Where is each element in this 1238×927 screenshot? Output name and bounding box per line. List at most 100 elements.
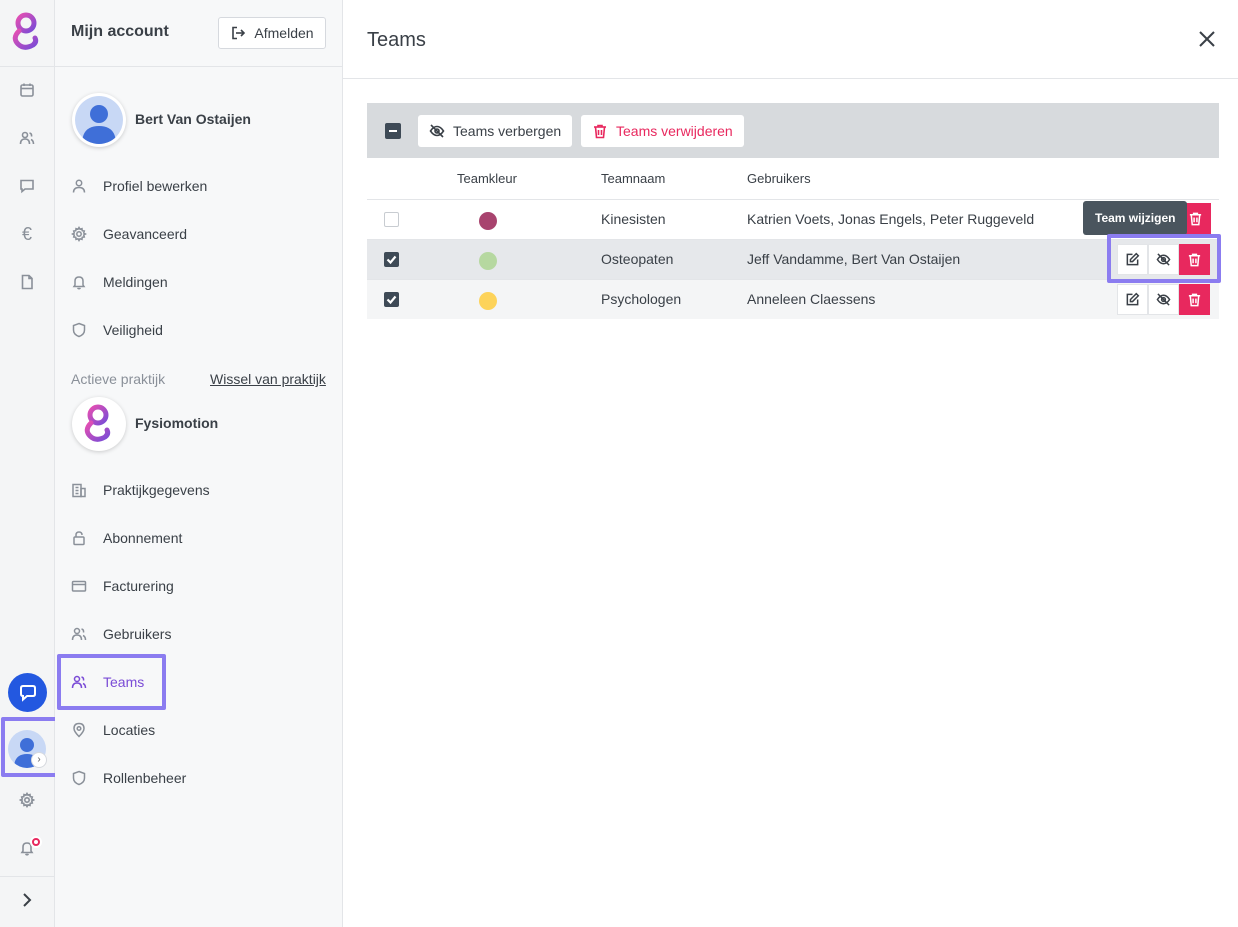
menu-item-abonnement[interactable]: Abonnement — [71, 526, 182, 550]
menu-item-meldingen[interactable]: Meldingen — [71, 270, 168, 294]
menu-item-gebruikers[interactable]: Gebruikers — [71, 622, 171, 646]
teams-highlight — [57, 654, 166, 710]
menu-item-label: Meldingen — [103, 274, 168, 290]
user-name: Bert Van Ostaijen — [135, 111, 251, 127]
check-icon — [386, 295, 397, 305]
euro-icon[interactable]: € — [17, 224, 37, 244]
trash-icon — [1188, 293, 1201, 307]
edit-icon — [1126, 292, 1140, 306]
lock-icon — [73, 531, 85, 546]
menu-item-label: Facturering — [103, 578, 174, 594]
user-icon — [72, 179, 86, 193]
app: € › Mijn account Afmelden Bert Van Ostai… — [0, 0, 1238, 927]
row-checkbox[interactable] — [384, 252, 399, 267]
hide-teams-label: Teams verbergen — [453, 123, 562, 139]
bulk-toolbar: Teams verbergen Teams verwijderen — [367, 103, 1219, 158]
team-color-dot — [479, 252, 497, 270]
team-users: Jeff Vandamme, Bert Van Ostaijen — [747, 251, 961, 267]
column-header-color[interactable]: Teamkleur — [457, 171, 517, 186]
calendar-icon[interactable] — [17, 80, 37, 100]
menu-item-praktijkgegevens[interactable]: Praktijkgegevens — [71, 478, 210, 502]
rail-separator — [0, 66, 55, 67]
gear-icon[interactable] — [17, 790, 37, 810]
shield-icon — [72, 770, 86, 786]
document-icon[interactable] — [17, 272, 37, 292]
menu-item-label: Geavanceerd — [103, 226, 188, 242]
panel-separator — [55, 66, 343, 67]
practice-label: Actieve praktijk — [71, 371, 166, 387]
menu-item-geavanceerd[interactable]: Geavanceerd — [71, 222, 187, 246]
eye-off-icon — [429, 124, 445, 138]
users-icon[interactable] — [17, 128, 37, 148]
team-name: Kinesisten — [601, 211, 666, 227]
message-icon[interactable] — [17, 176, 37, 196]
trash-icon — [1189, 212, 1202, 226]
shield-icon — [72, 322, 86, 338]
eye-off-icon — [1156, 293, 1171, 306]
menu-item-label: Praktijkgegevens — [103, 482, 210, 498]
account-panel: Mijn account Afmelden Bert Van Ostaijen … — [55, 0, 343, 927]
map-pin-icon — [73, 722, 85, 738]
select-all-checkbox[interactable] — [385, 123, 401, 139]
menu-item-rollenbeheer[interactable]: Rollenbeheer — [71, 766, 186, 790]
practice-name: Fysiomotion — [135, 415, 219, 431]
menu-item-label: Locaties — [103, 722, 156, 738]
menu-item-locaties[interactable]: Locaties — [71, 718, 155, 742]
practice-logo — [72, 397, 126, 451]
logout-label: Afmelden — [254, 25, 314, 41]
credit-card-icon — [71, 580, 87, 592]
menu-item-facturering[interactable]: Facturering — [71, 574, 174, 598]
icon-rail: € › — [0, 0, 61, 927]
delete-teams-button[interactable]: Teams verwijderen — [581, 115, 744, 147]
building-icon — [72, 483, 86, 498]
app-logo[interactable] — [9, 12, 45, 52]
column-header-name[interactable]: Teamnaam — [601, 171, 665, 186]
menu-item-label: Gebruikers — [103, 626, 172, 642]
row-checkbox[interactable] — [384, 212, 399, 227]
menu-item-label: Abonnement — [103, 530, 183, 546]
hide-team-button[interactable] — [1148, 284, 1179, 315]
delete-teams-label: Teams verwijderen — [616, 123, 733, 139]
switch-practice-link[interactable]: Wissel van praktijk — [210, 371, 326, 387]
logout-button[interactable]: Afmelden — [218, 17, 326, 49]
table-row[interactable]: Psychologen Anneleen Claessens — [367, 279, 1219, 319]
edit-team-tooltip: Team wijzigen — [1083, 201, 1188, 235]
chat-button[interactable] — [8, 673, 47, 712]
edit-team-button[interactable] — [1117, 284, 1148, 315]
row-actions — [1117, 284, 1210, 315]
close-icon[interactable] — [1197, 29, 1217, 49]
team-color-dot — [479, 212, 497, 230]
table-row[interactable]: Osteopaten Jeff Vandamme, Bert Van Ostai… — [367, 239, 1219, 279]
row-checkbox[interactable] — [384, 292, 399, 307]
team-users: Katrien Voets, Jonas Engels, Peter Rugge… — [747, 211, 1035, 227]
expand-chevron-icon[interactable] — [17, 890, 37, 910]
team-name: Osteopaten — [601, 251, 674, 267]
panel-title: Mijn account — [71, 23, 169, 40]
menu-item-label: Profiel bewerken — [103, 178, 208, 194]
logout-icon — [232, 26, 246, 40]
delete-team-button[interactable] — [1179, 284, 1210, 315]
menu-item-label: Veiligheid — [103, 322, 163, 338]
hide-teams-button[interactable]: Teams verbergen — [418, 115, 573, 147]
menu-item-label: Rollenbeheer — [103, 770, 187, 786]
gear-icon — [71, 226, 87, 242]
header-separator — [343, 78, 1238, 79]
check-icon — [386, 255, 397, 265]
team-users: Anneleen Claessens — [747, 291, 876, 307]
main-content: Teams Teams verbergen Teams verwijderen … — [343, 0, 1238, 927]
bell-icon — [72, 276, 86, 290]
page-title: Teams — [367, 29, 426, 51]
notification-badge — [30, 836, 42, 848]
chat-icon — [19, 684, 36, 702]
users-icon — [71, 627, 87, 641]
menu-item-veiligheid[interactable]: Veiligheid — [71, 318, 163, 342]
trash-icon — [594, 124, 606, 139]
actions-highlight — [1107, 234, 1221, 283]
team-name: Psychologen — [601, 291, 682, 307]
avatar-highlight — [1, 717, 61, 777]
team-color-dot — [479, 292, 497, 310]
user-avatar — [72, 93, 126, 147]
menu-item-profiel-bewerken[interactable]: Profiel bewerken — [71, 174, 207, 198]
rail-separator — [0, 876, 55, 877]
column-header-users[interactable]: Gebruikers — [747, 171, 811, 186]
